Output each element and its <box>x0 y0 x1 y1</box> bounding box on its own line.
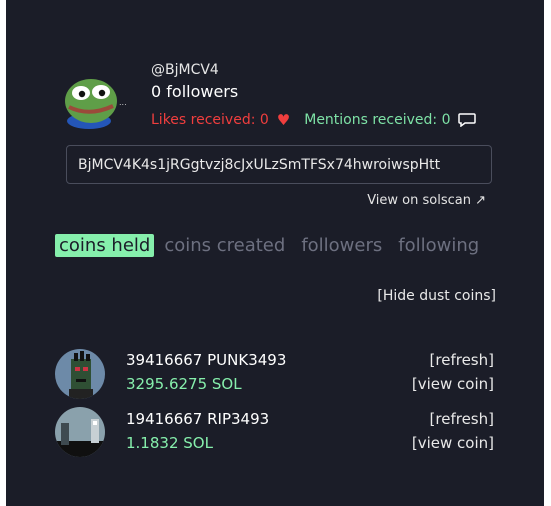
view-coin-link[interactable]: [view coin] <box>412 375 494 393</box>
profile-tabs: coins held coins created followers follo… <box>55 234 495 257</box>
coin-avatar <box>55 349 105 399</box>
view-on-solscan-link[interactable]: View on solscan ↗ <box>367 193 486 208</box>
refresh-button[interactable]: [refresh] <box>430 410 494 428</box>
profile-handle: @BjMCV4 <box>151 62 219 78</box>
coin-row: 19416667 RIP3493 1.1832 SOL [refresh] [v… <box>6 405 544 461</box>
refresh-button[interactable]: [refresh] <box>430 351 494 369</box>
coin-sol-value: 1.1832 SOL <box>126 434 213 452</box>
wallet-address: BjMCV4K4s1jRGgtvzj8cJxULzSmTFSx74hwroiws… <box>78 156 441 173</box>
tab-following[interactable]: following <box>398 235 479 256</box>
profile-stats: Likes received: 0 ♥ Mentions received: 0 <box>151 111 477 129</box>
svg-text:...: ... <box>119 98 127 107</box>
likes-received: Likes received: 0 <box>151 112 269 128</box>
followers-count: 0 followers <box>151 82 239 101</box>
mentions-received: Mentions received: 0 <box>304 112 451 128</box>
profile-panel: ... @BjMCV4 0 followers Likes received: … <box>6 0 544 506</box>
tab-coins-created[interactable]: coins created <box>164 235 285 256</box>
coin-avatar <box>55 407 105 457</box>
coin-row: 39416667 PUNK3493 3295.6275 SOL [refresh… <box>6 347 544 403</box>
profile-avatar: ... <box>61 73 133 129</box>
tab-followers[interactable]: followers <box>301 235 382 256</box>
coin-name: 19416667 RIP3493 <box>126 410 270 428</box>
coin-name: 39416667 PUNK3493 <box>126 351 287 369</box>
view-coin-link[interactable]: [view coin] <box>412 434 494 452</box>
tab-coins-held[interactable]: coins held <box>55 234 155 257</box>
hide-dust-coins-button[interactable]: [Hide dust coins] <box>377 288 496 304</box>
chat-bubble-icon <box>458 113 477 128</box>
coin-sol-value: 3295.6275 SOL <box>126 375 242 393</box>
wallet-address-box[interactable]: BjMCV4K4s1jRGgtvzj8cJxULzSmTFSx74hwroiws… <box>66 145 492 184</box>
heart-icon: ♥ <box>276 111 291 129</box>
